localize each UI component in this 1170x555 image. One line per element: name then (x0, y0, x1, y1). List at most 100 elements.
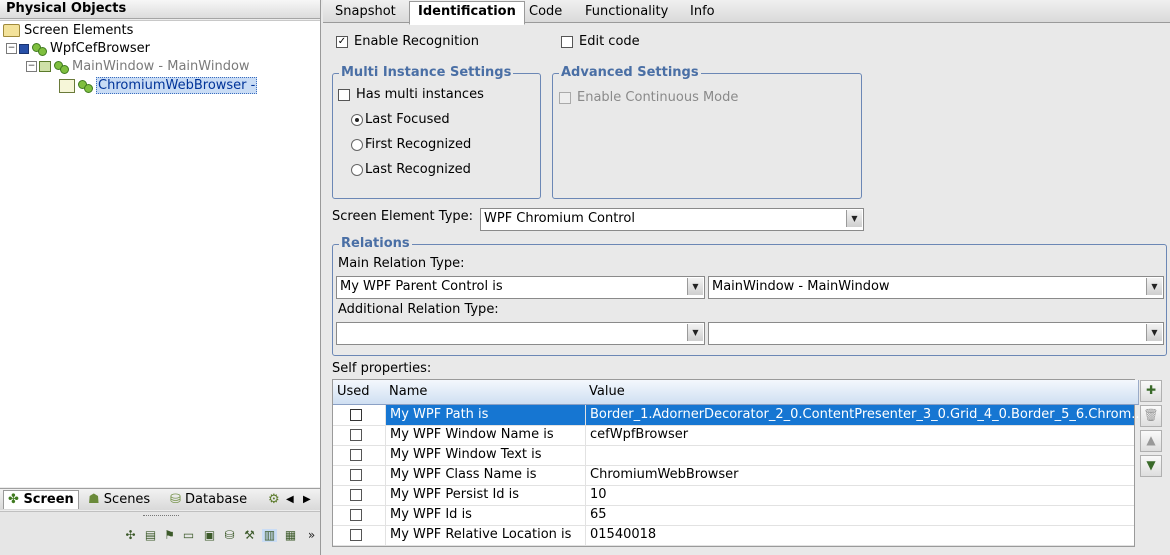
tab-functionality[interactable]: Functionality (577, 2, 676, 22)
group-title: Advanced Settings (559, 65, 701, 80)
tab-screen[interactable]: ✤ Screen (3, 490, 79, 509)
self-properties-label: Self properties: (332, 361, 432, 376)
table-row[interactable]: My WPF Window Name is cefWpfBrowser (333, 425, 1134, 446)
used-checkbox[interactable] (350, 488, 362, 501)
chevron-down-icon[interactable]: ▼ (846, 210, 862, 227)
used-cell[interactable]: ✓ (333, 405, 385, 425)
used-cell[interactable] (333, 505, 385, 525)
value-cell[interactable]: Border_1.AdornerDecorator_2_0.ContentPre… (585, 405, 1139, 425)
flag-icon[interactable]: ⚑ (162, 529, 177, 542)
column-header-used[interactable]: Used (333, 380, 390, 405)
has-multi-instances-checkbox[interactable]: Has multi instances (338, 87, 484, 103)
main-relation-type-select[interactable]: My WPF Parent Control is ▼ (336, 276, 705, 299)
radio-first-recognized[interactable]: First Recognized (351, 137, 471, 153)
table-row[interactable]: My WPF Relative Location is 01540018 (333, 525, 1134, 546)
table-row[interactable]: My WPF Class Name is ChromiumWebBrowser (333, 465, 1134, 486)
move-down-icon[interactable]: ▼ (1140, 455, 1162, 477)
column-header-name[interactable]: Name (385, 380, 590, 405)
gear-icon[interactable]: ⚙ (268, 491, 280, 509)
used-checkbox[interactable] (350, 528, 362, 541)
screen-icon[interactable]: ▣ (202, 529, 217, 542)
radio-last-recognized[interactable]: Last Recognized (351, 162, 471, 178)
used-cell[interactable] (333, 465, 385, 485)
chat-icon[interactable]: ▭ (181, 529, 196, 542)
chevron-down-icon[interactable]: ▼ (687, 278, 703, 295)
tree-item-window[interactable]: − MainWindow - MainWindow (26, 58, 250, 76)
checkbox-box: ✓ (336, 35, 348, 48)
used-cell[interactable] (333, 525, 385, 545)
used-checkbox[interactable] (350, 508, 362, 521)
value-cell[interactable] (585, 445, 1139, 465)
tree-item-screen-elements[interactable]: Screen Elements (3, 22, 133, 40)
cylinder-icon[interactable]: ⛁ (222, 529, 237, 542)
group-title: Relations (339, 236, 412, 251)
used-checkbox[interactable]: ✓ (350, 408, 362, 421)
continuous-mode-checkbox[interactable]: Enable Continuous Mode (559, 90, 738, 106)
used-checkbox[interactable] (350, 448, 362, 461)
tab-identification[interactable]: Identification (409, 1, 525, 25)
column-header-value[interactable]: Value (585, 380, 1139, 405)
enable-recognition-checkbox[interactable]: ✓ Enable Recognition (336, 34, 479, 50)
window-alt-icon[interactable]: ▦ (283, 529, 298, 542)
name-cell: My WPF Persist Id is (385, 485, 590, 505)
form-icon[interactable]: ▤ (143, 529, 158, 542)
left-toolbar: ✣ ▤ ⚑ ▭ ▣ ⛁ ⚒ ▥ ▦ » (0, 511, 320, 555)
value-cell[interactable]: 65 (585, 505, 1139, 525)
used-cell[interactable] (333, 425, 385, 445)
value-cell[interactable]: 10 (585, 485, 1139, 505)
element-type-select[interactable]: WPF Chromium Control ▼ (480, 208, 864, 231)
radio-label: First Recognized (365, 137, 472, 152)
tree-label: WpfCefBrowser (50, 41, 151, 56)
table-row[interactable]: My WPF Id is 65 (333, 505, 1134, 526)
radio-last-focused[interactable]: Last Focused (351, 112, 450, 128)
self-properties-table[interactable]: Used Name Value ✓ My WPF Path is Border_1.… (332, 379, 1139, 547)
collapse-icon[interactable]: − (6, 43, 17, 54)
chevron-down-icon[interactable]: ▼ (1146, 278, 1162, 295)
tab-bar: Snapshot Identification Code Functionali… (323, 0, 1170, 25)
tab-label: Scenes (103, 492, 151, 507)
chevron-down-icon[interactable]: ▼ (1146, 324, 1162, 341)
tab-snapshot[interactable]: Snapshot (327, 2, 404, 22)
tree-item-app[interactable]: − WpfCefBrowser (6, 40, 150, 58)
value-cell[interactable]: cefWpfBrowser (585, 425, 1139, 445)
delete-icon[interactable]: 🗑 (1140, 405, 1162, 427)
tools-icon[interactable]: ⚒ (242, 529, 257, 542)
tab-info[interactable]: Info (682, 2, 723, 22)
additional-relation-type-select[interactable]: ▼ (336, 322, 705, 345)
table-row[interactable]: My WPF Persist Id is 10 (333, 485, 1134, 506)
tree-label: Screen Elements (24, 23, 134, 38)
select-value: MainWindow - MainWindow (712, 279, 890, 294)
edit-code-checkbox[interactable]: Edit code (561, 34, 640, 50)
tree-item-chromium[interactable]: ChromiumWebBrowser - (59, 77, 258, 95)
additional-relation-value-select[interactable]: ▼ (708, 322, 1164, 345)
tab-label: Screen (23, 492, 74, 507)
main-relation-value-select[interactable]: MainWindow - MainWindow ▼ (708, 276, 1164, 299)
splitter-grip[interactable] (143, 515, 179, 518)
group-icon[interactable]: ✣ (123, 529, 138, 542)
screen-icon: ✤ (8, 492, 19, 507)
window-icon[interactable]: ▥ (262, 529, 277, 542)
group-title: Multi Instance Settings (339, 65, 514, 80)
value-cell[interactable]: 01540018 (585, 525, 1139, 545)
tab-scenes[interactable]: ☗ Scenes (88, 491, 150, 509)
used-cell[interactable] (333, 485, 385, 505)
used-checkbox[interactable] (350, 468, 362, 481)
checkbox-box (561, 35, 573, 48)
chevron-down-icon[interactable]: ▼ (687, 324, 703, 341)
name-cell: My WPF Window Name is (385, 425, 590, 445)
object-tree[interactable]: Screen Elements − WpfCefBrowser − MainWind… (0, 20, 320, 487)
arrow-left-icon[interactable]: ◀ (286, 491, 294, 509)
collapse-icon[interactable]: − (26, 61, 37, 72)
value-cell[interactable]: ChromiumWebBrowser (585, 465, 1139, 485)
add-icon[interactable]: ✚ (1140, 380, 1162, 402)
tree-label: MainWindow - MainWindow (72, 59, 250, 74)
tab-code[interactable]: Code (521, 2, 570, 22)
arrow-right-icon[interactable]: ▶ (303, 491, 311, 509)
move-up-icon[interactable]: ▲ (1140, 430, 1162, 452)
tab-database[interactable]: ⛁ Database (170, 491, 247, 509)
used-checkbox[interactable] (350, 428, 362, 441)
more-icon[interactable]: » (304, 529, 319, 542)
table-row[interactable]: ✓ My WPF Path is Border_1.AdornerDecorator… (333, 405, 1139, 426)
used-cell[interactable] (333, 445, 385, 465)
table-row[interactable]: My WPF Window Text is (333, 445, 1134, 466)
